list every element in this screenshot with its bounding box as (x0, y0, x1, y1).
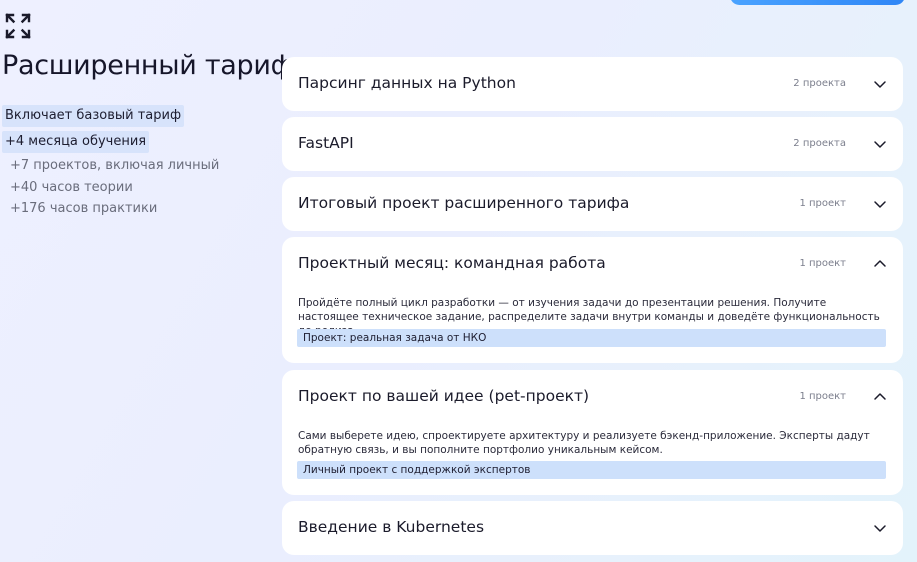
module-header[interactable]: Проект по вашей идее (pet-проект) 1 прое… (282, 370, 903, 424)
module-description: Сами выберете идею, спроектируете архите… (298, 430, 870, 456)
module-card-expanded: Проектный месяц: командная работа 1 прое… (282, 237, 903, 363)
feature-detail: +7 проектов, включая личный (10, 158, 220, 173)
module-project-count: 1 проект (799, 198, 846, 209)
chevron-down-icon (874, 525, 886, 532)
feature-highlight: Включает базовый тариф (2, 105, 185, 127)
plan-title: Расширенный тариф (2, 50, 294, 81)
expand-arrows-icon[interactable] (4, 12, 32, 40)
module-project-count: 2 проекта (793, 78, 846, 89)
module-header[interactable]: FastAPI 2 проекта (282, 117, 903, 171)
feature-detail: +40 часов теории (10, 180, 133, 195)
module-card: Итоговый проект расширенного тарифа 1 пр… (282, 177, 903, 231)
chevron-down-icon (874, 141, 886, 148)
module-card: Парсинг данных на Python 2 проекта (282, 57, 903, 111)
module-header[interactable]: Итоговый проект расширенного тарифа 1 пр… (282, 177, 903, 231)
module-title: FastAPI (298, 134, 354, 152)
chevron-down-icon (874, 201, 886, 208)
top-action-button[interactable] (730, 0, 905, 5)
module-card-expanded: Проект по вашей идее (pet-проект) 1 прое… (282, 370, 903, 495)
module-title: Проект по вашей идее (pet-проект) (298, 387, 590, 405)
chevron-up-icon (874, 393, 886, 400)
module-project-count: 1 проект (799, 258, 846, 269)
module-header[interactable]: Парсинг данных на Python 2 проекта (282, 57, 903, 111)
chevron-up-icon (874, 260, 886, 267)
module-card: FastAPI 2 проекта (282, 117, 903, 171)
module-title: Парсинг данных на Python (298, 74, 516, 92)
module-tag: Проект: реальная задача от НКО (297, 329, 886, 347)
feature-detail: +176 часов практики (10, 201, 158, 216)
module-header[interactable]: Введение в Kubernetes (282, 501, 903, 555)
feature-highlight: +4 месяца обучения (2, 131, 150, 153)
module-project-count: 1 проект (799, 391, 846, 402)
module-header[interactable]: Проектный месяц: командная работа 1 прое… (282, 237, 903, 291)
module-card: Введение в Kubernetes (282, 501, 903, 555)
module-project-count: 2 проекта (793, 138, 846, 149)
module-title: Проектный месяц: командная работа (298, 254, 606, 272)
module-title: Введение в Kubernetes (298, 518, 485, 536)
module-title: Итоговый проект расширенного тарифа (298, 194, 630, 212)
chevron-down-icon (874, 81, 886, 88)
module-tag: Личный проект с поддержкой экспертов (297, 461, 886, 479)
